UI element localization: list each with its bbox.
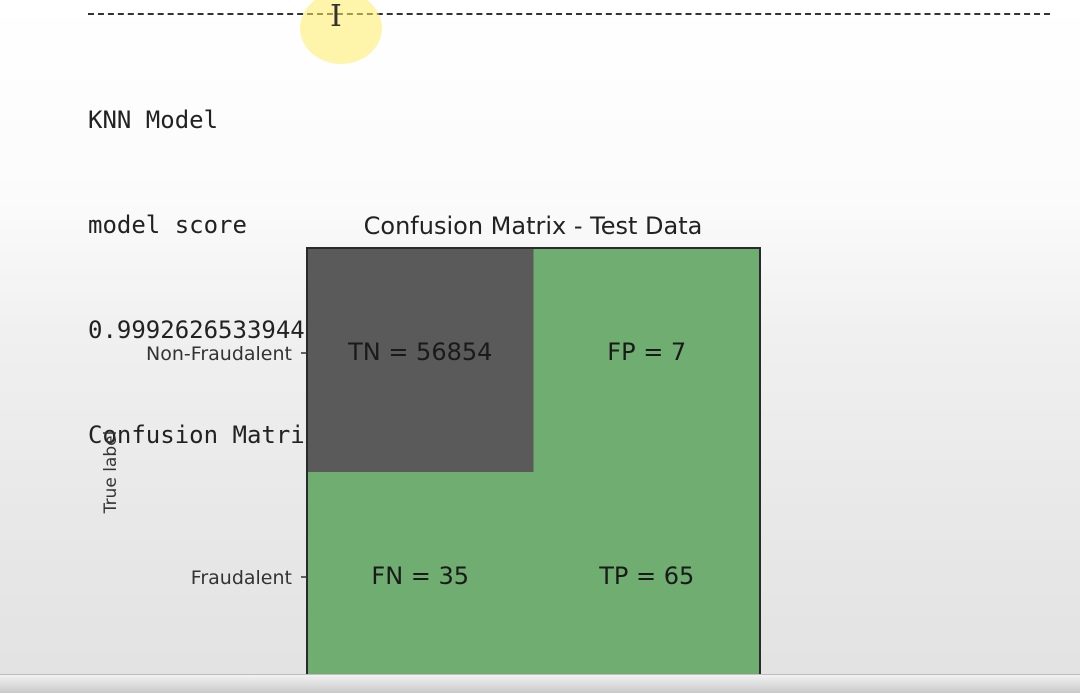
matrix-cell-label: TP = 65 (598, 562, 694, 590)
matrix-cell-label: TN = 56854 (347, 338, 492, 366)
y-tick-label: Non-Fraudalent (146, 343, 292, 365)
chart-title: Confusion Matrix - Test Data (364, 212, 703, 240)
window-bottom-bar (0, 674, 1080, 693)
matrix-cell-label: FP = 7 (607, 338, 686, 366)
y-tick-label: Fraudalent (191, 567, 292, 589)
confusion-matrix-chart: Confusion Matrix - Test Data TN = 56854 F… (101, 212, 761, 692)
matrix-cell-label: FN = 35 (371, 562, 469, 590)
y-axis-label: True label (101, 431, 121, 515)
